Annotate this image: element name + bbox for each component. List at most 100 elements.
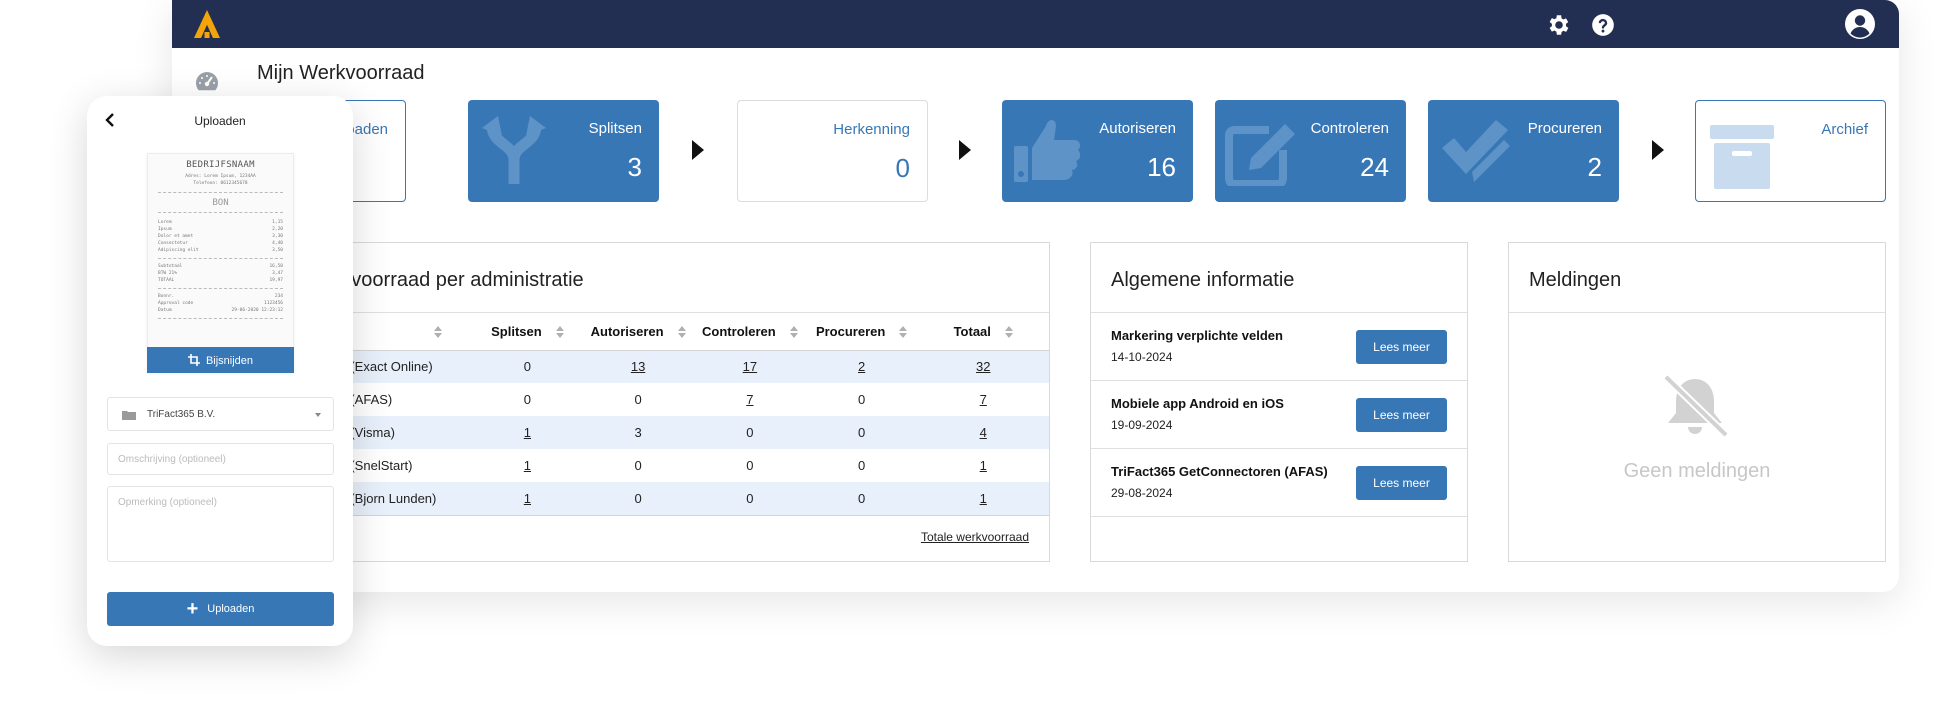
info-item: TriFact365 GetConnectoren (AFAS) 29-08-2… — [1091, 449, 1467, 517]
cell-autoriseren: 0 — [634, 392, 642, 407]
stage-count: 24 — [1360, 152, 1389, 182]
read-more-button[interactable]: Lees meer — [1356, 398, 1447, 432]
cell-autoriseren-link[interactable]: 13 — [631, 359, 645, 374]
receipt-phone: Telefoon: 0612345678 — [193, 181, 248, 186]
receipt-preview: BEDRIJFSNAAM Adres: Lorem Ipsum, 1234AA … — [147, 153, 294, 373]
column-header[interactable]: Splitsen — [472, 313, 583, 351]
notifications-panel: Meldingen Geen meldingen — [1508, 242, 1886, 562]
werkvoorraad-table: stratie Splitsen Autoriseren Controleren… — [293, 313, 1049, 516]
cell-controleren-link[interactable]: 17 — [743, 359, 757, 374]
stage-label: Splitsen — [588, 120, 642, 137]
crop-label: Bijsnijden — [205, 354, 254, 367]
stage-tile-autoriseren[interactable]: Autoriseren 16 — [1002, 100, 1193, 202]
receipt-row: Bonnr. 234 — [158, 294, 283, 299]
sort-icon[interactable] — [555, 326, 564, 339]
table-row: tratie 2 (AFAS) 0 0 7 0 7 — [293, 383, 1049, 416]
stage-tile-splitsen[interactable]: Splitsen 3 — [468, 100, 659, 202]
plus-icon: + — [186, 597, 199, 620]
cell-autoriseren: 3 — [582, 416, 694, 449]
receipt-divider — [158, 192, 283, 193]
receipt-row: Approval code 1123456 — [158, 301, 283, 306]
cell-totaal-link[interactable]: 7 — [980, 392, 987, 407]
column-header[interactable]: Controleren — [693, 313, 806, 351]
cell-procureren-link[interactable]: 2 — [858, 359, 865, 374]
cell-splitsen: 0 — [523, 392, 532, 407]
stage-label: Procureren — [1527, 120, 1602, 137]
sort-icon[interactable] — [789, 326, 798, 339]
sort-icon[interactable] — [677, 326, 686, 339]
upload-button[interactable]: + Uploaden — [107, 592, 334, 626]
sort-icon[interactable] — [1004, 326, 1013, 339]
cell-totaal-link[interactable]: 4 — [980, 425, 987, 440]
sort-icon[interactable] — [434, 326, 443, 339]
cell-controleren-link[interactable]: 7 — [746, 392, 753, 407]
cell-splitsen-link[interactable]: 1 — [524, 425, 531, 440]
user-account-icon[interactable] — [1844, 8, 1876, 40]
table-row: tratie 4 (SnelStart) 1 0 0 0 1 — [293, 449, 1049, 482]
description-input[interactable]: Omschrijving (optioneel) — [107, 443, 334, 475]
flow-arrow-icon — [1652, 140, 1664, 160]
stage-tile-herkenning[interactable]: Herkenning 0 — [737, 100, 928, 202]
receipt-divider — [158, 212, 283, 213]
column-header[interactable]: Totaal — [917, 313, 1049, 351]
mobile-upload-screen: Uploaden BEDRIJFSNAAM Adres: Lorem Ipsum… — [87, 96, 353, 646]
receipt-row: Adipiscing elit 3,50 — [158, 248, 283, 253]
cell-procureren: 0 — [805, 416, 918, 449]
cell-totaal-link[interactable]: 32 — [976, 359, 990, 374]
trifact-logo[interactable] — [192, 8, 222, 40]
stage-label: Controleren — [1310, 120, 1389, 137]
remark-textarea[interactable]: Opmerking (optioneel) — [107, 486, 334, 562]
info-item-title: Markering verplichte velden — [1111, 328, 1283, 343]
cell-procureren: 0 — [858, 392, 866, 407]
gear-icon[interactable] — [1546, 12, 1572, 38]
receipt-address: Adres: Lorem Ipsum, 1234AA — [185, 174, 256, 179]
folder-icon — [122, 411, 136, 420]
caret-down-icon — [315, 413, 321, 417]
cell-controleren: 0 — [746, 458, 754, 473]
cell-splitsen: 0 — [472, 350, 583, 383]
upload-label: Uploaden — [207, 602, 255, 615]
total-werkvoorraad-link[interactable]: Totale werkvoorraad — [921, 530, 1029, 544]
read-more-button[interactable]: Lees meer — [1356, 466, 1447, 500]
double-check-icon — [1442, 120, 1510, 182]
cell-autoriseren: 0 — [634, 458, 642, 473]
help-icon[interactable] — [1590, 12, 1616, 38]
cell-totaal-link[interactable]: 1 — [980, 458, 987, 473]
info-item-date: 29-08-2024 — [1111, 486, 1173, 500]
werkvoorraad-panel: Werkvoorraad per administratie stratie S… — [292, 242, 1050, 562]
column-header[interactable]: Procureren — [805, 313, 918, 351]
stage-tile-procureren[interactable]: Procureren 2 — [1428, 100, 1619, 202]
divider — [1509, 312, 1885, 313]
cell-totaal-link[interactable]: 1 — [980, 491, 987, 506]
receipt-row: Datum 29-06-2020 12:23:12 — [158, 308, 283, 313]
cell-procureren: 0 — [858, 458, 866, 473]
sort-icon[interactable] — [899, 326, 908, 339]
flow-arrow-icon — [959, 140, 971, 160]
column-header[interactable]: Autoriseren — [582, 313, 694, 351]
receipt-divider — [158, 288, 283, 289]
info-item-date: 14-10-2024 — [1111, 350, 1173, 364]
panel-title: Meldingen — [1529, 269, 1622, 291]
read-more-button[interactable]: Lees meer — [1356, 330, 1447, 364]
receipt-divider — [158, 318, 283, 319]
stage-count: 2 — [1587, 152, 1602, 182]
empty-notifications-text: Geen meldingen — [1623, 460, 1771, 482]
cell-splitsen-link[interactable]: 1 — [524, 458, 531, 473]
company-select[interactable]: TriFact365 B.V. — [107, 397, 334, 431]
table-row: tratie 3 (Visma) 1 3 0 0 4 — [293, 416, 1049, 449]
info-item-date: 19-09-2024 — [1111, 418, 1173, 432]
speedometer-icon[interactable] — [194, 70, 220, 92]
info-item: Mobiele app Android en iOS 19-09-2024 Le… — [1091, 381, 1467, 449]
edit-icon — [1225, 124, 1295, 186]
receipt-bon: BON — [212, 198, 229, 208]
receipt-row: BTW 21% 3,47 — [158, 271, 283, 276]
crop-button[interactable]: Bijsnijden — [147, 347, 294, 373]
info-panel: Algemene informatie Markering verplichte… — [1090, 242, 1468, 562]
receipt-row: Lorem 1,15 — [158, 220, 283, 225]
crop-icon — [187, 353, 200, 366]
stage-tile-controleren[interactable]: Controleren 24 — [1215, 100, 1406, 202]
stage-tile-archief[interactable]: Archief — [1695, 100, 1886, 202]
info-item-title: Mobiele app Android en iOS — [1111, 396, 1284, 411]
flow-arrow-icon — [692, 140, 704, 160]
cell-splitsen-link[interactable]: 1 — [524, 491, 531, 506]
